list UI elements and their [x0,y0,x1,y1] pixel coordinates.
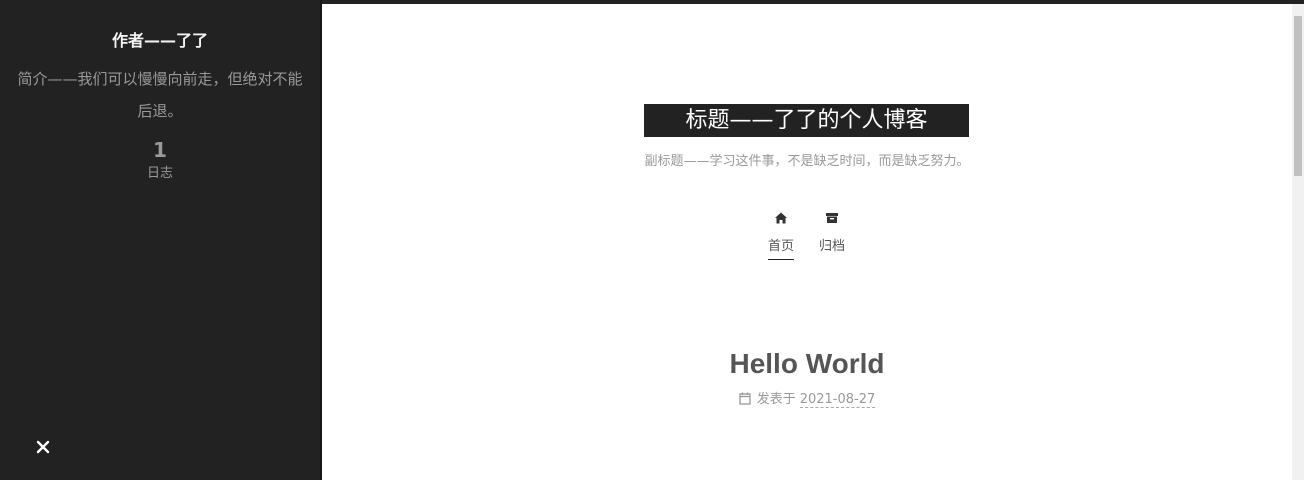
page-scrollbar[interactable] [1292,4,1304,480]
sidebar-close-button[interactable] [32,436,54,458]
menu-item-home-label: 首页 [767,238,794,260]
sidebar: 作者——了了 简介——我们可以慢慢向前走，但绝对不能后退。 1 日志 [0,0,320,480]
site-title[interactable]: 标题——了了的个人博客 [644,104,969,137]
menu-item-archives[interactable]: 归档 [812,206,852,259]
scrollbar-thumb[interactable] [1294,16,1302,176]
post-date[interactable]: 2021-08-27 [799,392,876,408]
home-icon [761,210,801,228]
main-content: 标题——了了的个人博客 副标题——学习这件事，不是缺乏时间，而是缺乏努力。 首页 [322,4,1292,480]
close-icon [36,440,50,454]
sidebar-author-description: 简介——我们可以慢慢向前走，但绝对不能后退。 [17,70,303,120]
post-meta: 发表于 2021-08-27 [322,391,1292,411]
menu-item-archives-label: 归档 [818,239,845,254]
archive-icon [812,210,852,228]
posts-count[interactable]: 1 [0,138,320,162]
post-title[interactable]: Hello World [322,346,1292,382]
sidebar-author-name: 作者——了了 [111,31,208,50]
site-subtitle: 副标题——学习这件事，不是缺乏时间，而是缺乏努力。 [644,154,970,169]
calendar-icon [739,392,751,411]
menu-item-home[interactable]: 首页 [761,206,801,260]
blog-page: 作者——了了 简介——我们可以慢慢向前走，但绝对不能后退。 1 日志 标题——了… [0,0,1304,480]
posts-count-label[interactable]: 日志 [0,165,320,183]
site-nav-menu: 首页 归档 [322,206,1292,266]
post-meta-label: 发表于 [756,392,796,407]
